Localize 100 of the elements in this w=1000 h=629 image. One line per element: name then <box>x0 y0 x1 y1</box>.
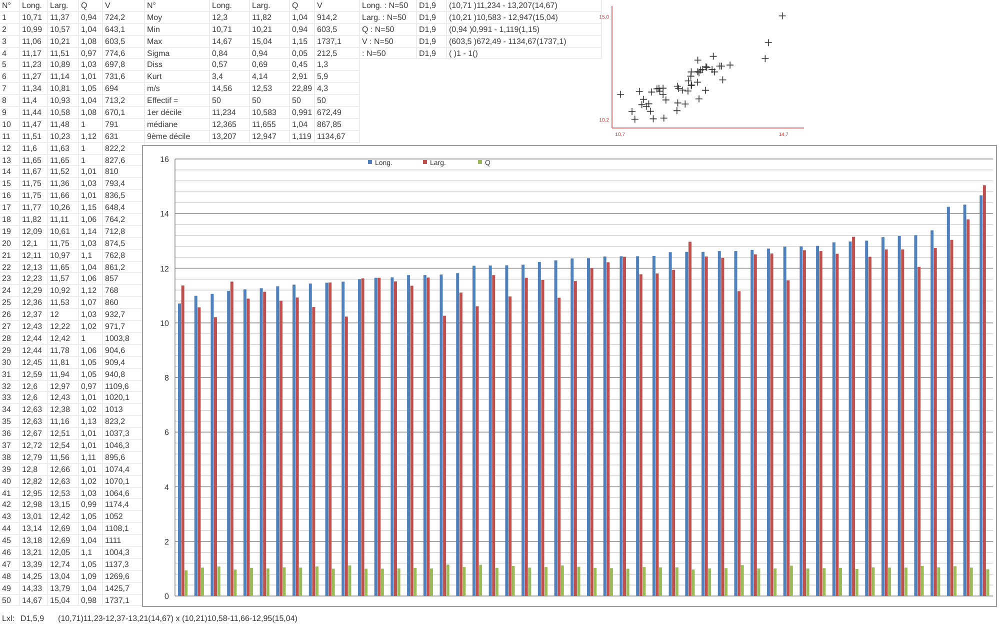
table-cell: 10,583 <box>250 107 290 119</box>
table-cell: 12,1 <box>20 238 48 250</box>
table-cell: 12,74 <box>48 558 79 571</box>
table-cell: 1,3 <box>315 59 360 72</box>
table-cell: 13,15 <box>48 499 79 512</box>
table-cell: 1,04 <box>79 24 103 36</box>
table-cell: 13,79 <box>48 582 79 595</box>
table-cell: 1,03 <box>79 309 103 322</box>
table-cell: 1,06 <box>79 214 103 226</box>
table-cell: 10,71 <box>20 12 48 24</box>
table-cell: 11,65 <box>48 262 79 274</box>
table-cell: 4,3 <box>315 83 360 96</box>
axis-label: 12 <box>160 264 169 274</box>
table-cell: 0,94 <box>79 12 103 24</box>
table-cell: 1,05 <box>79 368 103 380</box>
table-cell: 47 <box>0 558 20 571</box>
table-cell: 1,03 <box>79 238 103 250</box>
column-header: Larg. <box>48 0 79 12</box>
table-cell: 50 <box>0 594 20 606</box>
table-cell: 12,37 <box>20 309 48 322</box>
table-cell: 1,15 <box>290 36 315 48</box>
table-cell: 14,33 <box>20 582 48 595</box>
column-header: Q <box>290 0 315 12</box>
table-cell: 1,01 <box>79 166 103 178</box>
table-cell: 10,21 <box>48 36 79 48</box>
table-cell: 11,48 <box>48 118 79 131</box>
table-cell: 34 <box>0 404 20 416</box>
table-cell: 41 <box>0 488 20 500</box>
deciles-label: D1,9 <box>417 12 447 24</box>
table-cell: 11,17 <box>20 48 48 60</box>
table-cell: 1,06 <box>79 344 103 357</box>
table-cell: 13 <box>0 154 20 166</box>
table-cell: 14 <box>0 166 20 178</box>
table-cell: 0,99 <box>79 499 103 512</box>
table-cell: 2,91 <box>290 71 315 84</box>
range-text: ( )1 - 1() <box>447 48 602 60</box>
table-cell: 12,82 <box>20 476 48 488</box>
table-cell: 11,56 <box>48 452 79 464</box>
table-cell: 30 <box>0 356 20 369</box>
table-cell: 5 <box>0 59 20 72</box>
table-cell: 12,22 <box>48 321 79 333</box>
table-cell: 11,34 <box>20 83 48 96</box>
table-cell: 1,08 <box>79 107 103 119</box>
table-cell: 1134,67 <box>315 130 360 143</box>
variable-label: V : N=50 <box>360 36 417 48</box>
table-cell: 50 <box>315 95 360 108</box>
table-cell: 1,04 <box>79 262 103 274</box>
table-cell: 10,61 <box>48 226 79 238</box>
table-cell: 11,27 <box>20 71 48 84</box>
table-cell: 1,04 <box>79 582 103 595</box>
table-cell: 33 <box>0 392 20 404</box>
table-cell: 11,77 <box>20 202 48 214</box>
table-cell: 11,51 <box>48 48 79 60</box>
table-cell: 50 <box>290 95 315 108</box>
table-cell: 11,655 <box>250 118 290 131</box>
table-cell: 13,18 <box>20 535 48 547</box>
table-cell: 31 <box>0 368 20 380</box>
table-cell: 1737,1 <box>315 36 360 48</box>
table-cell: 1,09 <box>79 570 103 583</box>
table-cell: 1 <box>79 332 103 345</box>
table-cell: 10,57 <box>48 24 79 36</box>
table-cell: 45 <box>0 535 20 547</box>
table-cell: 24 <box>0 285 20 298</box>
table-cell: 18 <box>0 214 20 226</box>
footer-label: Lxl: <box>2 614 14 622</box>
table-cell: 867,85 <box>315 118 360 131</box>
table-cell: 12,45 <box>20 356 48 369</box>
table-cell: 1,02 <box>79 404 103 416</box>
table-cell: 12,23 <box>20 273 48 286</box>
range-text: (0,94 )0,991 - 1,119(1,15) <box>447 24 602 36</box>
table-cell: 1,05 <box>79 558 103 571</box>
table-cell: 50 <box>250 95 290 108</box>
table-cell: 29 <box>0 344 20 357</box>
deciles-label: D1,5,9 <box>20 614 44 622</box>
table-cell: 17 <box>0 202 20 214</box>
table-cell: 12,43 <box>48 392 79 404</box>
table-cell: 603,5 <box>315 24 360 36</box>
table-cell: 11,23 <box>20 59 48 72</box>
table-cell: 10,58 <box>48 107 79 119</box>
table-cell: 1,01 <box>79 464 103 476</box>
table-cell: 10,21 <box>250 24 290 36</box>
table-cell: 19 <box>0 226 20 238</box>
table-cell: 11,75 <box>20 190 48 202</box>
table-cell: 1,1 <box>79 250 103 262</box>
row-label: 9ème décile <box>145 130 210 143</box>
table-cell: 1,07 <box>79 297 103 310</box>
table-cell: 694 <box>103 83 145 96</box>
axis-label: 2 <box>164 537 169 546</box>
table-cell: 12,947 <box>250 130 290 143</box>
column-header: N° <box>145 0 210 12</box>
table-cell: 0,991 <box>290 107 315 119</box>
table-cell: 48 <box>0 570 20 583</box>
table-cell: 11,63 <box>48 142 79 155</box>
deciles-label: D1,9 <box>417 36 447 48</box>
table-cell: 11,66 <box>48 190 79 202</box>
table-cell: 672,49 <box>315 107 360 119</box>
table-cell: 11,94 <box>48 368 79 380</box>
column-header: V <box>103 0 145 12</box>
table-cell: 1,15 <box>79 202 103 214</box>
table-cell: 12,69 <box>48 523 79 536</box>
